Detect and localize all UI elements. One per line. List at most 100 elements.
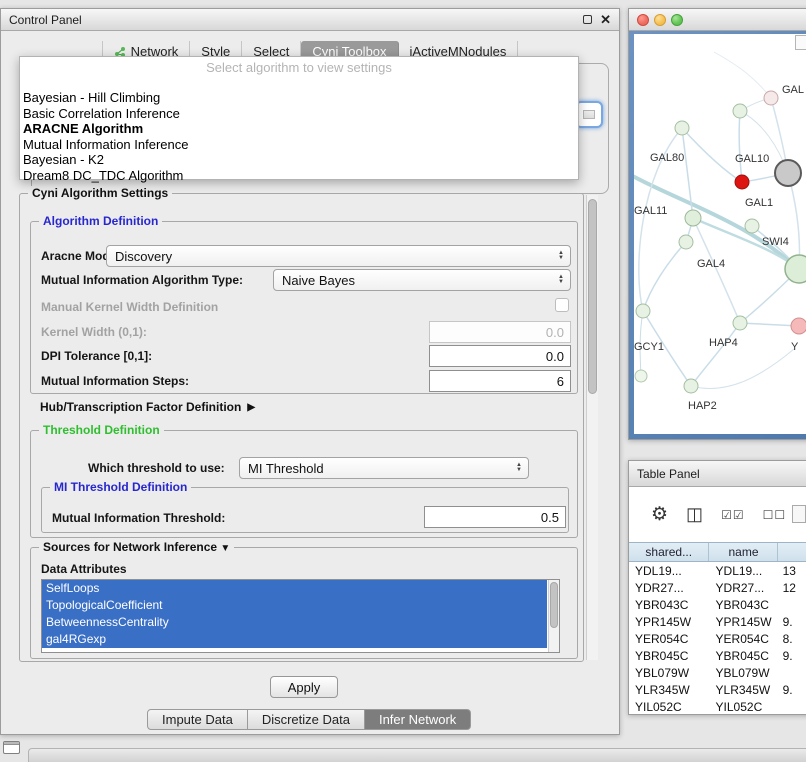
dropdown-item-selected[interactable]: ARACNE Algorithm <box>20 121 578 137</box>
apply-button[interactable]: Apply <box>270 676 338 698</box>
data-attributes-label: Data Attributes <box>41 562 127 576</box>
table-row[interactable]: YBR043CYBR043C <box>629 596 806 613</box>
group-title: Threshold Definition <box>39 423 164 437</box>
gear-icon[interactable]: ⚙ <box>651 503 668 526</box>
mi-steps-field[interactable]: 6 <box>429 370 571 392</box>
node[interactable] <box>636 304 650 318</box>
dropdown-item[interactable]: Bayesian - K2 <box>20 152 578 168</box>
close-icon[interactable]: ✕ <box>600 13 611 26</box>
list-item[interactable]: TopologicalCoefficient <box>42 597 547 614</box>
node-label: SWI4 <box>762 236 789 248</box>
table-row[interactable]: YBR045CYBR045C9. <box>629 647 806 664</box>
aracne-mode-select[interactable]: Discovery ▲▼ <box>106 245 571 267</box>
node-label: GAL1 <box>745 197 773 209</box>
which-threshold-select[interactable]: MI Threshold ▲▼ <box>239 457 529 479</box>
table-row[interactable]: YDR27...YDR27...12 <box>629 579 806 596</box>
network-canvas[interactable]: GAL GAL80 GAL10 GAL11 GAL1 SWI4 GAL4 GCY… <box>634 34 806 434</box>
group-title: Cyni Algorithm Settings <box>28 186 172 200</box>
dropdown-item[interactable]: Basic Correlation Inference <box>20 106 578 122</box>
group-title: MI Threshold Definition <box>50 480 191 494</box>
node-label: GCY1 <box>634 341 664 353</box>
hub-definition-label: Hub/Transcription Factor Definition <box>40 400 241 414</box>
close-button[interactable] <box>637 14 649 26</box>
node-label: Y <box>791 341 799 353</box>
network-view-window: GAL GAL80 GAL10 GAL11 GAL1 SWI4 GAL4 GCY… <box>628 8 806 440</box>
control-panel-titlebar: Control Panel ✕ <box>1 9 619 31</box>
collapse-arrow-icon[interactable]: ▼ <box>220 543 230 554</box>
select-all-icon[interactable]: ☑☑ <box>721 508 745 522</box>
combo-arrows-icon: ▲▼ <box>558 251 564 261</box>
mi-type-select[interactable]: Naive Bayes ▲▼ <box>273 269 571 291</box>
node[interactable] <box>675 121 689 135</box>
group-title: Algorithm Definition <box>39 214 162 228</box>
node[interactable] <box>775 160 801 186</box>
icon-detail <box>4 742 19 745</box>
node-label: GAL11 <box>634 205 667 217</box>
table-row[interactable]: YPR145WYPR145W9. <box>629 613 806 630</box>
manual-kernel-width-checkbox[interactable] <box>555 298 569 312</box>
node[interactable] <box>785 255 806 283</box>
float-window-icon[interactable] <box>583 15 592 24</box>
hub-definition-expander[interactable]: Hub/Transcription Factor Definition ▶ <box>40 400 255 414</box>
list-scrollbar[interactable] <box>548 580 559 652</box>
table-row[interactable]: YER054CYER054C8. <box>629 630 806 647</box>
table-row[interactable]: YIL052CYIL052C <box>629 698 806 715</box>
table-row[interactable]: YLR345WYLR345W9. <box>629 681 806 698</box>
window-title: Table Panel <box>637 467 700 481</box>
toolbar-side-button[interactable] <box>792 505 806 523</box>
list-item[interactable]: SelfLoops <box>42 580 547 597</box>
list-item[interactable]: gal4RGexp <box>42 631 547 648</box>
deselect-all-icon[interactable]: ☐☐ <box>763 508 787 522</box>
column-header-extra[interactable] <box>778 543 806 561</box>
dropdown-item[interactable]: Mutual Information Inference <box>20 137 578 153</box>
combo-arrows-icon: ▲▼ <box>558 275 564 285</box>
expand-arrow-icon: ▶ <box>247 402 255 413</box>
column-header-shared-name[interactable]: shared... <box>629 543 709 561</box>
table-panel-titlebar: Table Panel <box>629 461 806 487</box>
node[interactable] <box>679 235 693 249</box>
minimize-button[interactable] <box>654 14 666 26</box>
kernel-width-field[interactable]: 0.0 <box>429 321 571 343</box>
node[interactable] <box>764 91 778 105</box>
mi-steps-label: Mutual Information Steps: <box>41 374 189 388</box>
tab-impute-data[interactable]: Impute Data <box>147 709 248 730</box>
node[interactable] <box>684 379 698 393</box>
scrollbar-thumb[interactable] <box>588 199 597 394</box>
node-label: GAL10 <box>735 153 769 165</box>
scrollbar-thumb[interactable] <box>550 582 558 628</box>
node[interactable] <box>685 210 701 226</box>
sources-group: Sources for Network Inference ▼ Data Att… <box>30 547 578 659</box>
dropdown-item[interactable]: Bayesian - Hill Climbing <box>20 90 578 106</box>
node[interactable] <box>791 318 806 334</box>
zoom-button[interactable] <box>671 14 683 26</box>
node[interactable] <box>733 316 747 330</box>
tab-infer-network[interactable]: Infer Network <box>365 709 471 730</box>
table-row[interactable]: YDL19...YDL19...13 <box>629 562 806 579</box>
settings-scrollbar[interactable] <box>586 195 598 660</box>
table-header: shared... name <box>629 542 806 562</box>
node[interactable] <box>745 219 759 233</box>
window-title: Control Panel <box>9 13 82 27</box>
columns-icon[interactable]: ◫ <box>686 504 703 525</box>
table-row[interactable]: YBL079WYBL079W <box>629 664 806 681</box>
cyni-algorithm-settings-group: Cyni Algorithm Settings Algorithm Defini… <box>19 193 584 662</box>
combo-arrows-icon: ▲▼ <box>516 463 522 473</box>
mi-threshold-field[interactable]: 0.5 <box>424 506 566 528</box>
algorithm-options-button[interactable] <box>575 101 603 128</box>
restore-panel-icon[interactable] <box>3 741 20 754</box>
tab-discretize-data[interactable]: Discretize Data <box>248 709 365 730</box>
algorithm-definition-group: Algorithm Definition Aracne Mode: Discov… <box>30 221 578 394</box>
table-body: YDL19...YDL19...13 YDR27...YDR27...12 YB… <box>629 562 806 715</box>
list-item[interactable]: BetweennessCentrality <box>42 614 547 631</box>
control-panel-window: Control Panel ✕ Network Style Select Cyn… <box>0 8 620 735</box>
mi-type-label: Mutual Information Algorithm Type: <box>41 273 243 287</box>
node[interactable] <box>635 370 647 382</box>
status-bar <box>28 748 806 762</box>
column-header-name[interactable]: name <box>709 543 778 561</box>
cyni-bottom-tabs: Impute Data Discretize Data Infer Networ… <box>147 709 471 730</box>
dpi-tolerance-field[interactable]: 0.0 <box>429 345 571 367</box>
node[interactable] <box>733 104 747 118</box>
dropdown-item[interactable]: Dream8 DC_TDC Algorithm <box>20 168 578 184</box>
canvas-scrollbar-corner[interactable] <box>795 35 806 50</box>
node-selected[interactable] <box>735 175 749 189</box>
